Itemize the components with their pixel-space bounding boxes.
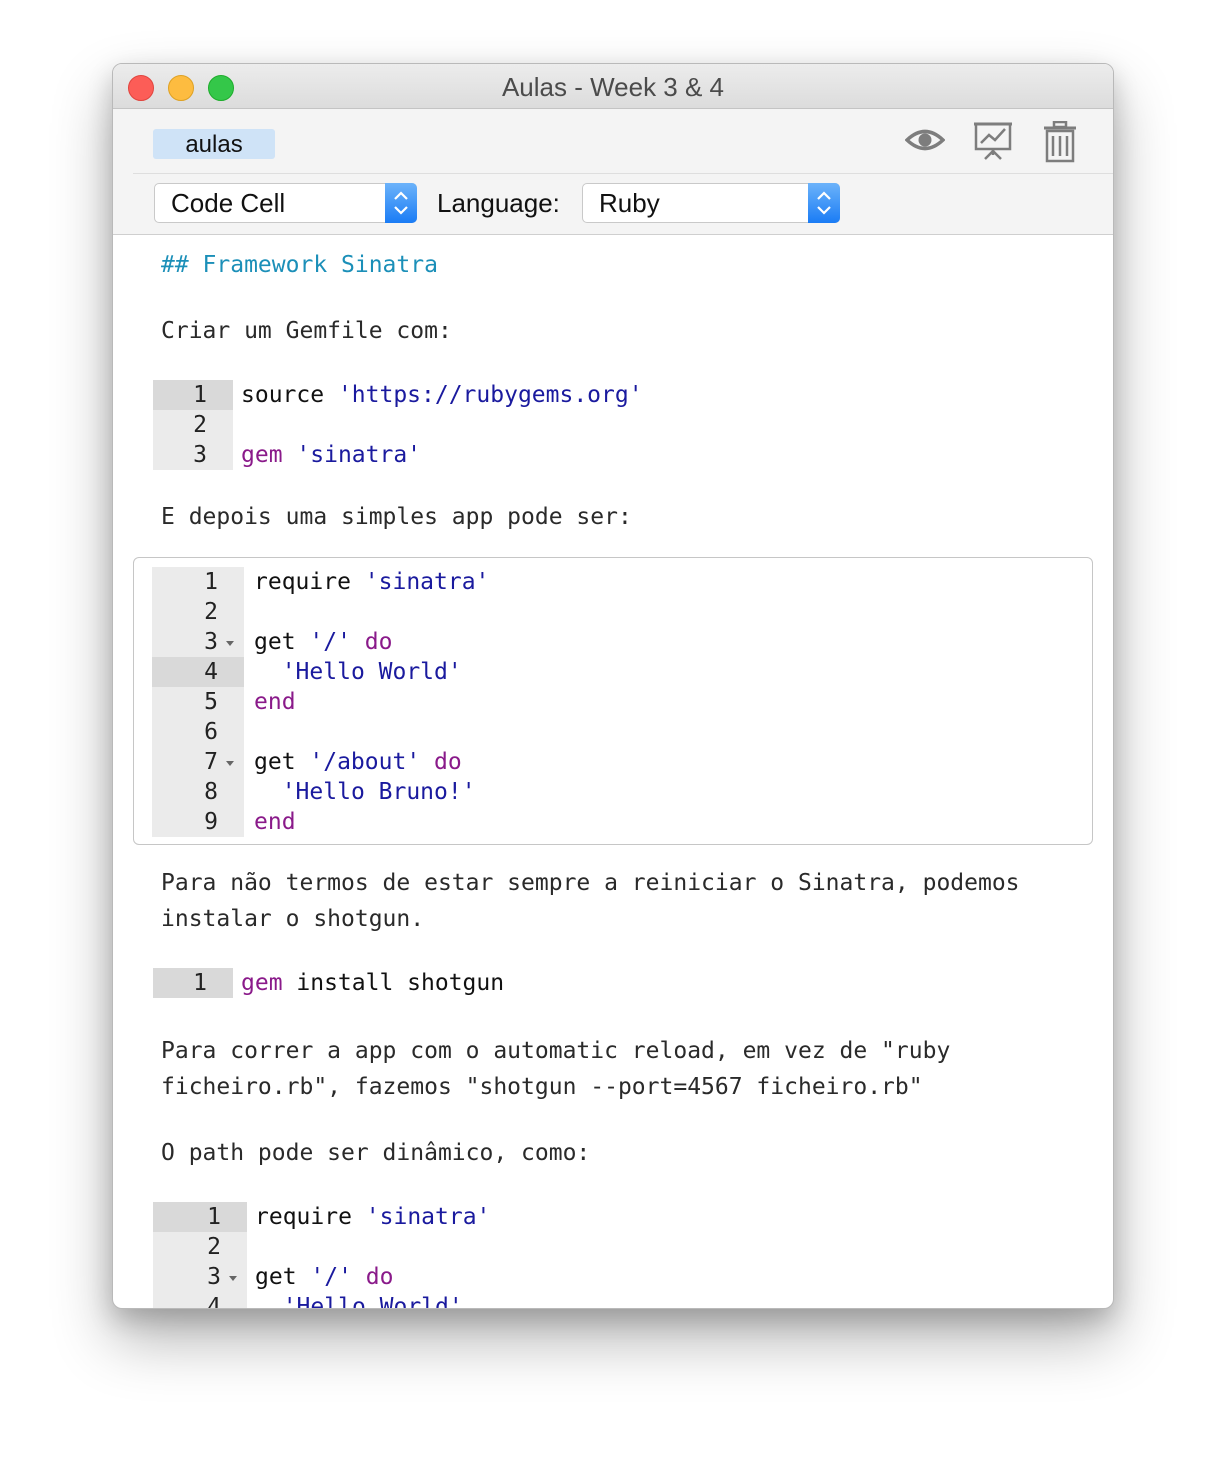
chevron-up-down-icon bbox=[817, 191, 831, 215]
paragraph[interactable]: Para não termos de estar sempre a reinic… bbox=[161, 865, 1020, 937]
code-keyword: end bbox=[254, 689, 296, 715]
line-number: 4 bbox=[152, 657, 244, 687]
code-line[interactable]: end bbox=[254, 807, 296, 837]
code-keyword: gem bbox=[241, 970, 283, 996]
code-string: 'Hello World' bbox=[282, 1294, 463, 1308]
cell-type-value: Code Cell bbox=[171, 188, 286, 218]
code-string: 'Hello World' bbox=[281, 659, 462, 685]
code-cell[interactable]: 1 gem install shotgun bbox=[153, 968, 1073, 998]
fold-arrow-icon[interactable] bbox=[226, 641, 234, 646]
language-label: Language: bbox=[437, 188, 560, 218]
paragraph[interactable]: O path pode ser dinâmico, como: bbox=[161, 1135, 590, 1171]
code-keyword: gem bbox=[241, 442, 283, 468]
code-text: get bbox=[255, 1264, 311, 1290]
code-line[interactable]: 'Hello World' bbox=[255, 1292, 463, 1308]
line-number: 5 bbox=[204, 689, 218, 715]
chevron-up-down-icon bbox=[394, 191, 408, 215]
code-cell[interactable]: 1 2 3 4 require 'sinatra' get '/' do 'Hello W… bbox=[153, 1202, 1073, 1308]
line-number: 1 bbox=[153, 968, 233, 998]
code-keyword: do bbox=[365, 1264, 394, 1290]
code-string: 'https://rubygems.org' bbox=[337, 382, 643, 408]
language-stepper[interactable] bbox=[808, 183, 840, 223]
code-line[interactable]: get '/about' do bbox=[254, 747, 462, 777]
code-text: install shotgun bbox=[282, 970, 505, 996]
code-string: '/about' bbox=[309, 749, 421, 775]
line-number: 3 bbox=[193, 442, 207, 468]
code-string: '/' bbox=[309, 629, 351, 655]
paragraph[interactable]: Criar um Gemfile com: bbox=[161, 313, 452, 349]
line-number-gutter: 12 3 bbox=[153, 380, 233, 470]
toolbar-divider bbox=[133, 173, 1113, 174]
code-line[interactable]: source 'https://rubygems.org' bbox=[241, 380, 643, 410]
line-number: 1 bbox=[153, 380, 233, 410]
cell-type-select[interactable]: Code Cell bbox=[154, 183, 417, 223]
code-line[interactable]: end bbox=[254, 687, 296, 717]
code-string: 'sinatra' bbox=[296, 442, 422, 468]
line-number: 9 bbox=[204, 809, 218, 835]
code-line[interactable]: gem 'sinatra' bbox=[241, 440, 421, 470]
language-value: Ruby bbox=[599, 188, 660, 218]
document-content[interactable]: ## Framework Sinatra Criar um Gemfile co… bbox=[113, 235, 1113, 1308]
code-line[interactable]: get '/' do bbox=[254, 627, 393, 657]
cell-type-stepper[interactable] bbox=[385, 183, 417, 223]
code-keyword: end bbox=[254, 809, 296, 835]
code-text: get bbox=[254, 629, 310, 655]
line-number-gutter: 1 bbox=[153, 968, 233, 998]
presentation-icon[interactable] bbox=[973, 121, 1013, 161]
line-number: 2 bbox=[193, 412, 207, 438]
code-keyword: do bbox=[364, 629, 393, 655]
code-text: require bbox=[254, 569, 365, 595]
fold-arrow-icon[interactable] bbox=[226, 761, 234, 766]
tag-badge[interactable]: aulas bbox=[153, 129, 275, 159]
code-cell-selected[interactable]: 1 2 3 4 5 6 7 8 9 require 'sinatra' get '/' do 'He… bbox=[133, 557, 1093, 845]
code-text: require bbox=[255, 1204, 366, 1230]
code-string: 'sinatra' bbox=[365, 1204, 491, 1230]
language-select[interactable]: Ruby bbox=[582, 183, 840, 223]
code-text: get bbox=[254, 749, 310, 775]
line-number: 4 bbox=[207, 1294, 221, 1308]
toolbar: aulas Code Cell Language: Ruby bbox=[113, 109, 1113, 235]
title-bar: Aulas - Week 3 & 4 bbox=[113, 64, 1113, 109]
line-number: 8 bbox=[204, 779, 218, 805]
line-number: 2 bbox=[207, 1234, 221, 1260]
eye-icon[interactable] bbox=[905, 125, 945, 155]
window-title: Aulas - Week 3 & 4 bbox=[501, 72, 725, 102]
fold-arrow-icon[interactable] bbox=[229, 1276, 237, 1281]
code-line[interactable]: get '/' do bbox=[255, 1262, 394, 1292]
code-line[interactable]: require 'sinatra' bbox=[254, 567, 489, 597]
line-number-gutter: 123456789 bbox=[152, 567, 244, 837]
paragraph[interactable]: E depois uma simples app pode ser: bbox=[161, 499, 632, 535]
code-text: source bbox=[241, 382, 338, 408]
line-number-gutter: 1234 bbox=[153, 1202, 247, 1308]
code-keyword: do bbox=[434, 749, 462, 775]
line-number: 1 bbox=[153, 1202, 247, 1232]
code-line[interactable]: require 'sinatra' bbox=[255, 1202, 490, 1232]
line-number: 6 bbox=[204, 719, 218, 745]
code-string: '/' bbox=[310, 1264, 352, 1290]
code-cell[interactable]: 1 2 3 source 'https://rubygems.org' gem 'sin… bbox=[153, 380, 1073, 470]
code-line[interactable]: gem install shotgun bbox=[241, 968, 504, 998]
trash-icon[interactable] bbox=[1043, 121, 1077, 163]
code-string: 'Hello Bruno!' bbox=[281, 779, 476, 805]
line-number: 1 bbox=[204, 569, 218, 595]
code-string: 'sinatra' bbox=[364, 569, 490, 595]
app-window: Aulas - Week 3 & 4 aulas Code Cell Langu… bbox=[112, 63, 1114, 1309]
code-line[interactable]: 'Hello World' bbox=[254, 657, 462, 687]
markdown-heading[interactable]: ## Framework Sinatra bbox=[161, 247, 438, 283]
code-line[interactable]: 'Hello Bruno!' bbox=[254, 777, 476, 807]
paragraph[interactable]: Para correr a app com o automatic reload… bbox=[161, 1033, 950, 1105]
line-number: 2 bbox=[204, 599, 218, 625]
